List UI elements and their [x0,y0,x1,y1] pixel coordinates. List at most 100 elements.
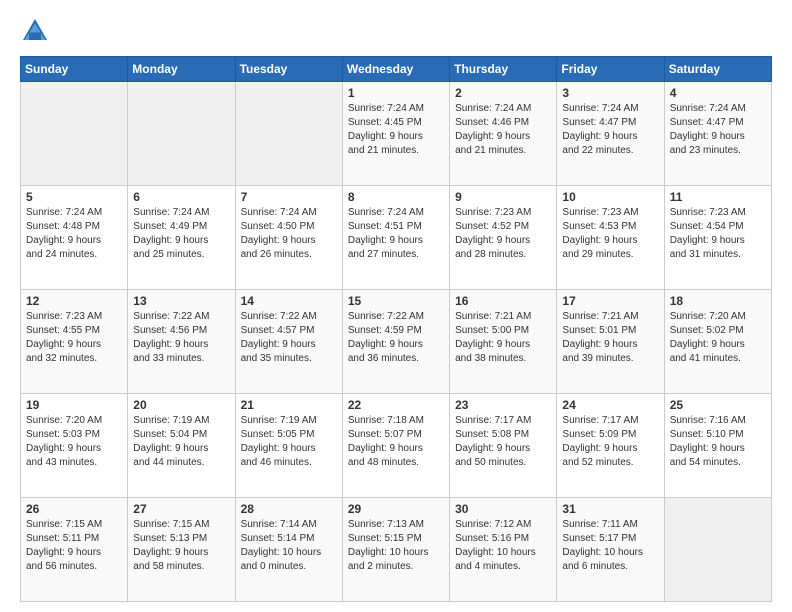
day-number: 21 [241,398,337,412]
cell-info: Sunrise: 7:19 AM Sunset: 5:05 PM Dayligh… [241,414,337,470]
cell-info: Sunrise: 7:20 AM Sunset: 5:03 PM Dayligh… [26,414,122,470]
header [20,16,772,46]
cell-info: Sunrise: 7:24 AM Sunset: 4:46 PM Dayligh… [455,102,551,158]
cell-info: Sunrise: 7:18 AM Sunset: 5:07 PM Dayligh… [348,414,444,470]
day-number: 5 [26,190,122,204]
weekday-header-saturday: Saturday [664,57,771,82]
calendar-cell: 15Sunrise: 7:22 AM Sunset: 4:59 PM Dayli… [342,290,449,394]
cell-info: Sunrise: 7:19 AM Sunset: 5:04 PM Dayligh… [133,414,229,470]
cell-info: Sunrise: 7:23 AM Sunset: 4:54 PM Dayligh… [670,206,766,262]
calendar-cell: 14Sunrise: 7:22 AM Sunset: 4:57 PM Dayli… [235,290,342,394]
calendar-cell: 24Sunrise: 7:17 AM Sunset: 5:09 PM Dayli… [557,394,664,498]
day-number: 20 [133,398,229,412]
day-number: 22 [348,398,444,412]
cell-info: Sunrise: 7:15 AM Sunset: 5:11 PM Dayligh… [26,518,122,574]
day-number: 3 [562,86,658,100]
day-number: 26 [26,502,122,516]
page: SundayMondayTuesdayWednesdayThursdayFrid… [0,0,792,612]
calendar-table: SundayMondayTuesdayWednesdayThursdayFrid… [20,56,772,602]
calendar-cell: 23Sunrise: 7:17 AM Sunset: 5:08 PM Dayli… [450,394,557,498]
cell-info: Sunrise: 7:24 AM Sunset: 4:47 PM Dayligh… [562,102,658,158]
day-number: 12 [26,294,122,308]
calendar-cell: 19 Sunrise: 7:20 AM Sunset: 5:03 PM Dayli… [21,394,128,498]
day-number: 29 [348,502,444,516]
logo-icon [20,16,50,46]
day-number: 25 [670,398,766,412]
calendar-cell: 25 Sunrise: 7:16 AM Sunset: 5:10 PM Dayli… [664,394,771,498]
calendar-cell: 5 Sunrise: 7:24 AM Sunset: 4:48 PM Daylig… [21,186,128,290]
calendar-cell: 1Sunrise: 7:24 AM Sunset: 4:45 PM Daylig… [342,82,449,186]
calendar-cell: 7 Sunrise: 7:24 AM Sunset: 4:50 PM Daylig… [235,186,342,290]
calendar-cell: 3 Sunrise: 7:24 AM Sunset: 4:47 PM Daylig… [557,82,664,186]
day-number: 7 [241,190,337,204]
cell-info: Sunrise: 7:23 AM Sunset: 4:53 PM Dayligh… [562,206,658,262]
calendar-cell: 9 Sunrise: 7:23 AM Sunset: 4:52 PM Daylig… [450,186,557,290]
day-number: 31 [562,502,658,516]
weekday-header-tuesday: Tuesday [235,57,342,82]
cell-info: Sunrise: 7:21 AM Sunset: 5:01 PM Dayligh… [562,310,658,366]
weekday-header-monday: Monday [128,57,235,82]
day-number: 16 [455,294,551,308]
calendar-cell [21,82,128,186]
weekday-header-row: SundayMondayTuesdayWednesdayThursdayFrid… [21,57,772,82]
calendar-cell: 16 Sunrise: 7:21 AM Sunset: 5:00 PM Dayli… [450,290,557,394]
day-number: 17 [562,294,658,308]
day-number: 27 [133,502,229,516]
day-number: 10 [562,190,658,204]
cell-info: Sunrise: 7:24 AM Sunset: 4:49 PM Dayligh… [133,206,229,262]
cell-info: Sunrise: 7:12 AM Sunset: 5:16 PM Dayligh… [455,518,551,574]
day-number: 18 [670,294,766,308]
calendar-cell: 8Sunrise: 7:24 AM Sunset: 4:51 PM Daylig… [342,186,449,290]
calendar-cell: 11 Sunrise: 7:23 AM Sunset: 4:54 PM Dayli… [664,186,771,290]
day-number: 13 [133,294,229,308]
cell-info: Sunrise: 7:15 AM Sunset: 5:13 PM Dayligh… [133,518,229,574]
calendar-cell: 27 Sunrise: 7:15 AM Sunset: 5:13 PM Dayli… [128,498,235,602]
cell-info: Sunrise: 7:24 AM Sunset: 4:50 PM Dayligh… [241,206,337,262]
calendar-cell [235,82,342,186]
cell-info: Sunrise: 7:22 AM Sunset: 4:56 PM Dayligh… [133,310,229,366]
weekday-header-thursday: Thursday [450,57,557,82]
calendar-cell: 21 Sunrise: 7:19 AM Sunset: 5:05 PM Dayli… [235,394,342,498]
logo [20,16,56,46]
cell-info: Sunrise: 7:23 AM Sunset: 4:52 PM Dayligh… [455,206,551,262]
calendar-cell [664,498,771,602]
day-number: 19 [26,398,122,412]
weekday-header-friday: Friday [557,57,664,82]
cell-info: Sunrise: 7:20 AM Sunset: 5:02 PM Dayligh… [670,310,766,366]
calendar-cell: 17 Sunrise: 7:21 AM Sunset: 5:01 PM Dayli… [557,290,664,394]
day-number: 30 [455,502,551,516]
calendar-cell: 12Sunrise: 7:23 AM Sunset: 4:55 PM Dayli… [21,290,128,394]
calendar-cell [128,82,235,186]
day-number: 6 [133,190,229,204]
week-row-3: 19 Sunrise: 7:20 AM Sunset: 5:03 PM Dayli… [21,394,772,498]
cell-info: Sunrise: 7:11 AM Sunset: 5:17 PM Dayligh… [562,518,658,574]
cell-info: Sunrise: 7:13 AM Sunset: 5:15 PM Dayligh… [348,518,444,574]
cell-info: Sunrise: 7:17 AM Sunset: 5:09 PM Dayligh… [562,414,658,470]
calendar-cell: 22 Sunrise: 7:18 AM Sunset: 5:07 PM Dayli… [342,394,449,498]
cell-info: Sunrise: 7:22 AM Sunset: 4:59 PM Dayligh… [348,310,444,366]
cell-info: Sunrise: 7:24 AM Sunset: 4:48 PM Dayligh… [26,206,122,262]
cell-info: Sunrise: 7:21 AM Sunset: 5:00 PM Dayligh… [455,310,551,366]
calendar-cell: 2 Sunrise: 7:24 AM Sunset: 4:46 PM Daylig… [450,82,557,186]
calendar-cell: 13 Sunrise: 7:22 AM Sunset: 4:56 PM Dayli… [128,290,235,394]
calendar-cell: 10 Sunrise: 7:23 AM Sunset: 4:53 PM Dayli… [557,186,664,290]
day-number: 1 [348,86,444,100]
cell-info: Sunrise: 7:24 AM Sunset: 4:47 PM Dayligh… [670,102,766,158]
day-number: 9 [455,190,551,204]
cell-info: Sunrise: 7:14 AM Sunset: 5:14 PM Dayligh… [241,518,337,574]
cell-info: Sunrise: 7:22 AM Sunset: 4:57 PM Dayligh… [241,310,337,366]
day-number: 28 [241,502,337,516]
calendar-cell: 20 Sunrise: 7:19 AM Sunset: 5:04 PM Dayli… [128,394,235,498]
day-number: 2 [455,86,551,100]
weekday-header-sunday: Sunday [21,57,128,82]
calendar-cell: 26 Sunrise: 7:15 AM Sunset: 5:11 PM Dayli… [21,498,128,602]
calendar-cell: 18 Sunrise: 7:20 AM Sunset: 5:02 PM Dayli… [664,290,771,394]
week-row-4: 26 Sunrise: 7:15 AM Sunset: 5:11 PM Dayli… [21,498,772,602]
cell-info: Sunrise: 7:16 AM Sunset: 5:10 PM Dayligh… [670,414,766,470]
week-row-2: 12Sunrise: 7:23 AM Sunset: 4:55 PM Dayli… [21,290,772,394]
calendar-cell: 4Sunrise: 7:24 AM Sunset: 4:47 PM Daylig… [664,82,771,186]
week-row-1: 5 Sunrise: 7:24 AM Sunset: 4:48 PM Daylig… [21,186,772,290]
calendar-cell: 28 Sunrise: 7:14 AM Sunset: 5:14 PM Dayli… [235,498,342,602]
weekday-header-wednesday: Wednesday [342,57,449,82]
day-number: 11 [670,190,766,204]
